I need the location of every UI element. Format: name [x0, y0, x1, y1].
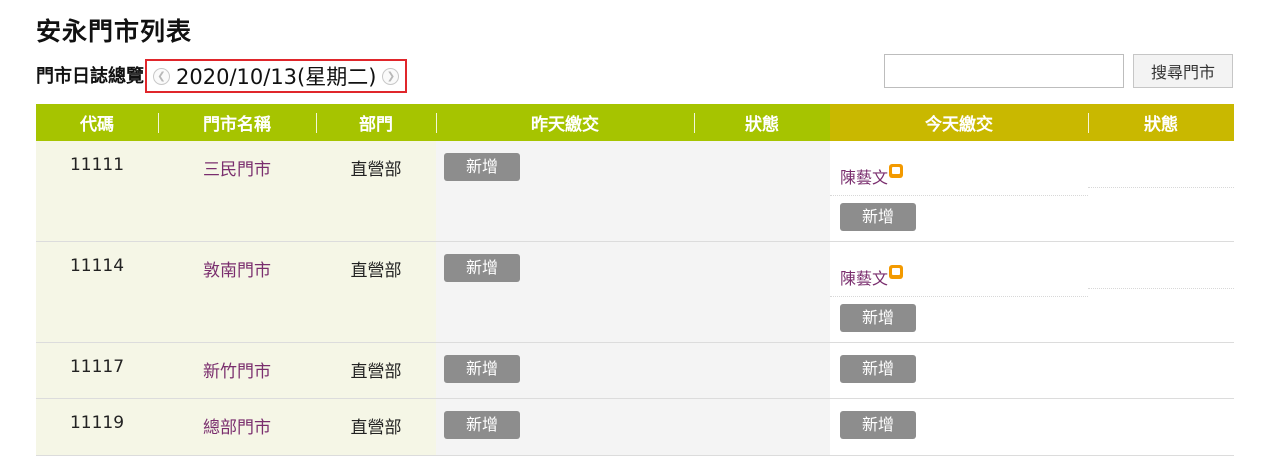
add-today-button[interactable]: 新增 [840, 410, 916, 439]
store-link[interactable]: 新竹門市 [158, 343, 316, 382]
cell-today-status [1088, 398, 1234, 456]
subheader: 門市日誌總覽 ❮ 2020/10/13(星期二) ❯ [36, 59, 408, 93]
cell-today: 陳藝文 新增 [830, 241, 1088, 343]
cell-yesterday-status [694, 141, 830, 242]
cell-today: 新增 [830, 342, 1088, 399]
cell-code: 11114 [36, 241, 158, 343]
store-link[interactable]: 總部門市 [158, 399, 316, 438]
cell-yesterday: 新增 [436, 141, 694, 242]
overview-label: 門市日誌總覽 [36, 66, 144, 87]
cell-today-status [1088, 141, 1234, 242]
page: 安永門市列表 門市日誌總覽 ❮ 2020/10/13(星期二) ❯ 搜尋門市 代… [0, 0, 1268, 457]
cell-yesterday: 新增 [436, 398, 694, 456]
add-yesterday-button[interactable]: 新增 [444, 153, 520, 181]
cell-today: 新增 [830, 398, 1088, 456]
header-department: 部門 [316, 104, 436, 141]
cell-code: 11111 [36, 141, 158, 242]
add-today-button[interactable]: 新增 [840, 203, 916, 231]
cell-code: 11117 [36, 342, 158, 399]
store-link[interactable]: 三民門市 [158, 141, 316, 180]
current-date: 2020/10/13(星期二) [176, 65, 377, 89]
search-store-button[interactable]: 搜尋門市 [1133, 54, 1233, 88]
cell-yesterday-status [694, 241, 830, 343]
submitter-entry: 陳藝文 [830, 157, 1088, 196]
header-yesterday-status: 狀態 [694, 104, 830, 141]
table-row: 11114 敦南門市 直營部 新增 陳藝文 新增 [36, 241, 1234, 343]
table-row: 11117 新竹門市 直營部 新增 新增 [36, 342, 1234, 399]
store-link[interactable]: 敦南門市 [158, 242, 316, 281]
cell-code: 11119 [36, 398, 158, 456]
header-yesterday-submission: 昨天繳交 [436, 104, 694, 141]
cell-today-status [1088, 241, 1234, 343]
cell-yesterday-status [694, 398, 830, 456]
cell-department: 直營部 [316, 241, 436, 343]
submitter-name[interactable]: 陳藝文 [840, 265, 888, 289]
submitter-name[interactable]: 陳藝文 [840, 164, 888, 188]
cell-yesterday: 新增 [436, 342, 694, 399]
table-row: 11119 總部門市 直營部 新增 新增 [36, 398, 1234, 456]
cell-today-status [1088, 342, 1234, 399]
cell-department: 直營部 [316, 141, 436, 242]
cell-yesterday-status [694, 342, 830, 399]
note-icon[interactable] [889, 164, 904, 178]
add-today-button[interactable]: 新增 [840, 354, 916, 383]
table-header-row: 代碼 門市名稱 部門 昨天繳交 狀態 今天繳交 狀態 [36, 104, 1234, 141]
header-today-submission: 今天繳交 [830, 104, 1088, 141]
add-yesterday-button[interactable]: 新增 [444, 410, 520, 439]
note-icon[interactable] [889, 264, 904, 279]
add-yesterday-button[interactable]: 新增 [444, 253, 520, 282]
store-search-input[interactable] [884, 54, 1124, 88]
add-yesterday-button[interactable]: 新增 [444, 354, 520, 383]
cell-yesterday: 新增 [436, 241, 694, 343]
page-title: 安永門市列表 [36, 17, 193, 46]
cell-department: 直營部 [316, 398, 436, 456]
cell-store-name: 三民門市 [158, 141, 316, 242]
header-store-name: 門市名稱 [158, 104, 316, 141]
chevron-right-circle-icon[interactable]: ❯ [382, 67, 400, 85]
date-navigator: ❮ 2020/10/13(星期二) ❯ [145, 59, 408, 93]
cell-today: 陳藝文 新增 [830, 141, 1088, 242]
header-code: 代碼 [36, 104, 158, 141]
cell-store-name: 新竹門市 [158, 342, 316, 399]
table-row: 11111 三民門市 直營部 新增 陳藝文 新增 [36, 141, 1234, 242]
submitter-entry: 陳藝文 [830, 258, 1088, 297]
cell-store-name: 敦南門市 [158, 241, 316, 343]
header-today-status: 狀態 [1088, 104, 1234, 141]
chevron-left-circle-icon[interactable]: ❮ [153, 67, 170, 85]
cell-store-name: 總部門市 [158, 398, 316, 456]
store-table: 代碼 門市名稱 部門 昨天繳交 狀態 今天繳交 狀態 11111 三民門市 直營… [36, 104, 1234, 456]
add-today-button[interactable]: 新增 [840, 303, 916, 332]
cell-department: 直營部 [316, 342, 436, 399]
